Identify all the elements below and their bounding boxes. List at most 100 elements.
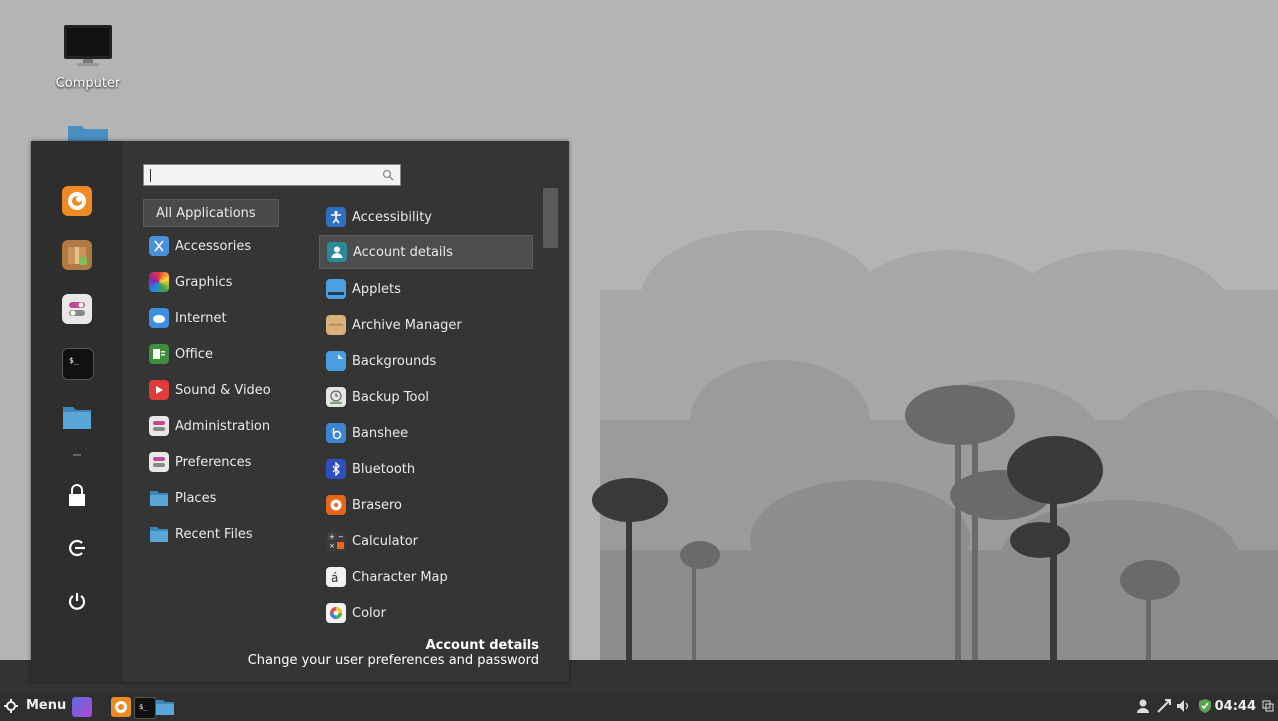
favorite-files[interactable] bbox=[62, 402, 92, 432]
folder-icon bbox=[149, 488, 169, 508]
category-label: Sound & Video bbox=[175, 382, 271, 398]
sound-video-icon bbox=[149, 380, 169, 400]
graphics-icon bbox=[149, 272, 169, 292]
office-icon bbox=[149, 344, 169, 364]
favorites-separator bbox=[73, 454, 81, 456]
show-desktop-button[interactable] bbox=[72, 697, 92, 717]
preferences-icon bbox=[149, 452, 169, 472]
category-recent-files[interactable]: Recent Files bbox=[143, 520, 279, 548]
category-all-applications[interactable]: All Applications bbox=[143, 199, 279, 227]
category-internet[interactable]: Internet bbox=[143, 304, 279, 332]
description-text: Change your user preferences and passwor… bbox=[247, 653, 539, 668]
category-label: Places bbox=[175, 490, 217, 506]
menu-button[interactable]: Menu bbox=[4, 698, 66, 713]
app-label: Applets bbox=[352, 281, 401, 297]
category-label: Graphics bbox=[175, 274, 233, 290]
app-bluetooth[interactable]: Bluetooth bbox=[319, 452, 533, 486]
category-places[interactable]: Places bbox=[143, 484, 279, 512]
shutdown-button[interactable] bbox=[62, 586, 92, 616]
category-sound-video[interactable]: Sound & Video bbox=[143, 376, 279, 404]
app-banshee[interactable]: Banshee bbox=[319, 416, 533, 450]
applets-icon bbox=[326, 279, 346, 299]
archive-icon bbox=[326, 315, 346, 335]
svg-text:−: − bbox=[338, 533, 344, 541]
app-character-map[interactable]: á Character Map bbox=[319, 560, 533, 594]
app-label: Bluetooth bbox=[352, 461, 416, 477]
firefox-icon bbox=[68, 192, 86, 210]
bluetooth-icon bbox=[326, 459, 346, 479]
app-accessibility[interactable]: Accessibility bbox=[319, 200, 533, 234]
category-administration[interactable]: Administration bbox=[143, 412, 279, 440]
account-icon bbox=[327, 242, 347, 262]
gear-icon bbox=[4, 698, 18, 713]
panel-launcher-firefox[interactable] bbox=[111, 697, 131, 717]
show-desktop-icon bbox=[74, 701, 90, 713]
network-icon[interactable] bbox=[1156, 698, 1172, 714]
home-folder-icon bbox=[68, 126, 108, 142]
search-box[interactable] bbox=[143, 164, 401, 186]
workspace-switcher-icon[interactable] bbox=[1262, 700, 1274, 712]
favorite-package-manager[interactable] bbox=[62, 240, 92, 270]
svg-text:+: + bbox=[329, 533, 335, 541]
internet-icon bbox=[149, 308, 169, 328]
panel-launcher-terminal[interactable]: $_ bbox=[134, 697, 156, 719]
firefox-icon bbox=[115, 701, 127, 713]
app-label: Brasero bbox=[352, 497, 403, 513]
app-label: Account details bbox=[353, 244, 453, 260]
lock-icon bbox=[69, 484, 85, 506]
logout-icon bbox=[69, 539, 85, 557]
category-preferences[interactable]: Preferences bbox=[143, 448, 279, 476]
favorite-firefox[interactable] bbox=[62, 186, 92, 216]
search-input[interactable] bbox=[152, 167, 376, 185]
application-menu: $_ All Applications Accessories Graphics… bbox=[31, 141, 569, 682]
brasero-icon bbox=[326, 495, 346, 515]
clock[interactable]: 04:44 bbox=[1215, 699, 1256, 714]
panel-launcher-files[interactable] bbox=[155, 697, 175, 717]
desktop-icon-label: Computer bbox=[55, 76, 121, 91]
category-graphics[interactable]: Graphics bbox=[143, 268, 279, 296]
app-description: Account details Change your user prefere… bbox=[248, 638, 539, 668]
app-calculator[interactable]: + − × Calculator bbox=[319, 524, 533, 558]
svg-text:$_: $_ bbox=[69, 356, 79, 365]
accessibility-icon bbox=[326, 207, 346, 227]
app-account-details[interactable]: Account details bbox=[319, 235, 533, 269]
app-brasero[interactable]: Brasero bbox=[319, 488, 533, 522]
favorite-terminal[interactable]: $_ bbox=[62, 348, 94, 380]
user-icon[interactable] bbox=[1136, 698, 1150, 714]
terminal-icon: $_ bbox=[69, 356, 79, 365]
app-applets[interactable]: Applets bbox=[319, 272, 533, 306]
files-icon bbox=[156, 700, 174, 715]
description-title: Account details bbox=[425, 638, 539, 653]
accessories-icon bbox=[149, 236, 169, 256]
folder-icon bbox=[149, 524, 169, 544]
package-manager-icon bbox=[68, 247, 87, 265]
category-accessories[interactable]: Accessories bbox=[143, 232, 279, 260]
backgrounds-icon bbox=[326, 351, 346, 371]
category-label: All Applications bbox=[156, 205, 256, 221]
category-label: Administration bbox=[175, 418, 271, 434]
app-backgrounds[interactable]: Backgrounds bbox=[319, 344, 533, 378]
app-backup-tool[interactable]: Backup Tool bbox=[319, 380, 533, 414]
volume-icon[interactable] bbox=[1176, 698, 1192, 714]
app-label: Backgrounds bbox=[352, 353, 437, 369]
computer-icon bbox=[64, 25, 112, 66]
app-label: Archive Manager bbox=[352, 317, 462, 333]
app-list-scrollbar[interactable] bbox=[543, 188, 558, 248]
category-label: Preferences bbox=[175, 454, 252, 470]
app-color[interactable]: Color bbox=[319, 596, 533, 630]
lock-screen-button[interactable] bbox=[62, 480, 92, 510]
svg-text:×: × bbox=[329, 542, 335, 550]
category-label: Recent Files bbox=[175, 526, 253, 542]
category-label: Accessories bbox=[175, 238, 252, 254]
category-office[interactable]: Office bbox=[143, 340, 279, 368]
app-label: Calculator bbox=[352, 533, 419, 549]
update-manager-icon[interactable] bbox=[1197, 698, 1213, 714]
backup-icon bbox=[326, 387, 346, 407]
desktop-icon-computer[interactable]: Computer bbox=[43, 24, 133, 91]
app-archive-manager[interactable]: Archive Manager bbox=[319, 308, 533, 342]
settings-icon bbox=[69, 302, 85, 316]
category-label: Office bbox=[175, 346, 213, 362]
color-icon bbox=[326, 603, 346, 623]
logout-button[interactable] bbox=[62, 533, 92, 563]
favorite-settings[interactable] bbox=[62, 294, 92, 324]
